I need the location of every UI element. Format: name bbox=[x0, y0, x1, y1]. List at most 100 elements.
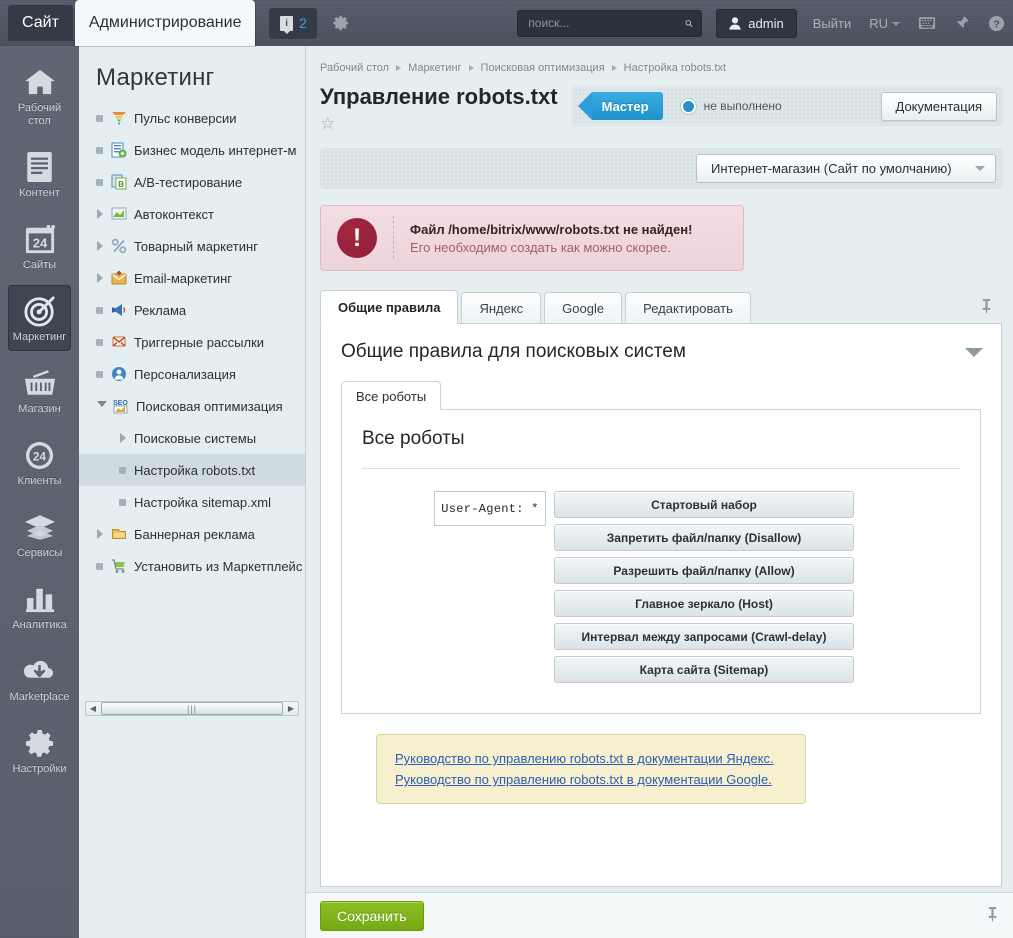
menu-item-4[interactable]: Товарный маркетинг bbox=[79, 230, 305, 262]
user-menu[interactable]: admin bbox=[716, 8, 797, 38]
rule-button-3[interactable]: Главное зеркало (Host) bbox=[554, 590, 854, 617]
user-agent-field[interactable]: User-Agent: * bbox=[434, 491, 546, 526]
rule-button-5[interactable]: Карта сайта (Sitemap) bbox=[554, 656, 854, 683]
rule-button-label: Карта сайта (Sitemap) bbox=[639, 662, 769, 677]
rail-label: Сайты bbox=[22, 259, 57, 271]
tab-administration[interactable]: Администрирование bbox=[74, 0, 256, 46]
inner-tab-all-robots[interactable]: Все роботы bbox=[341, 381, 442, 410]
bullet-icon bbox=[119, 466, 126, 474]
rule-buttons-stack: Стартовый набор Запретить файл/папку (Dis… bbox=[554, 491, 854, 689]
chevron-down-icon bbox=[97, 400, 107, 412]
pin-icon[interactable] bbox=[980, 298, 993, 317]
bullet-icon bbox=[96, 306, 103, 314]
menu-item-11[interactable]: Настройка robots.txt bbox=[79, 454, 305, 486]
scroll-right-arrow[interactable]: ▶ bbox=[284, 704, 298, 713]
section-menu-items: Пульс конверсии Бизнес модель интернет-м B… bbox=[79, 102, 305, 582]
notifications-counter[interactable]: i 2 bbox=[269, 7, 318, 39]
breadcrumb-item-0[interactable]: Рабочий стол bbox=[320, 62, 389, 74]
content-tab-label: Яндекс bbox=[479, 300, 524, 316]
menu-item-5[interactable]: Email-маркетинг bbox=[79, 262, 305, 294]
content-tab-2[interactable]: Google bbox=[544, 292, 623, 323]
rule-button-4[interactable]: Интервал между запросами (Crawl-delay) bbox=[554, 623, 854, 650]
rail-item-content[interactable]: Контент bbox=[8, 141, 71, 207]
menu-item-3[interactable]: Автоконтекст bbox=[79, 198, 305, 230]
logout-link[interactable]: Выйти bbox=[813, 16, 852, 31]
page-title: Управление robots.txt bbox=[320, 84, 558, 109]
wizard-bar: Мастер не выполнено Документация bbox=[571, 86, 1003, 126]
breadcrumb-item-1[interactable]: Маркетинг bbox=[408, 62, 461, 74]
keyboard-icon[interactable] bbox=[918, 16, 936, 30]
help-icon[interactable]: ? bbox=[988, 15, 1005, 32]
menu-item-13[interactable]: Баннерная реклама bbox=[79, 518, 305, 550]
ab-test-icon: B bbox=[111, 174, 127, 190]
menu-item-2[interactable]: B A/B-тестирование bbox=[79, 166, 305, 198]
bullet-icon bbox=[96, 178, 103, 186]
form-footer: Сохранить bbox=[306, 892, 1013, 938]
rail-label: Клиенты bbox=[17, 475, 62, 487]
content-tab-3[interactable]: Редактировать bbox=[625, 292, 751, 323]
menu-item-label: A/B-тестирование bbox=[134, 174, 243, 190]
gear-icon[interactable] bbox=[331, 13, 351, 33]
site-select[interactable]: Интернет-магазин (Сайт по умолчанию) bbox=[696, 154, 996, 183]
search-box[interactable] bbox=[517, 9, 703, 37]
content-tabs: Общие правила Яндекс Google Редактировать bbox=[320, 290, 1002, 324]
scroll-thumb[interactable]: ||| bbox=[101, 702, 283, 715]
language-switcher[interactable]: RU bbox=[869, 16, 900, 31]
rail-item-analytics[interactable]: Аналитика bbox=[8, 573, 71, 639]
wizard-button[interactable]: Мастер bbox=[577, 92, 663, 120]
user-agent-value: User-Agent: * bbox=[441, 501, 539, 516]
menu-item-8[interactable]: Персонализация bbox=[79, 358, 305, 390]
rules-panel: Общие правила для поисковых систем Все р… bbox=[320, 324, 1002, 887]
rail-item-desktop[interactable]: Рабочий стол bbox=[8, 56, 71, 135]
menu-item-label: Настройка robots.txt bbox=[134, 462, 256, 478]
bar-chart-icon bbox=[8, 581, 71, 617]
rule-button-label: Разрешить файл/папку (Allow) bbox=[613, 563, 795, 578]
chevron-down-icon bbox=[975, 166, 985, 171]
breadcrumb-item-2[interactable]: Поисковая оптимизация bbox=[481, 62, 605, 74]
chevron-down-icon[interactable] bbox=[965, 347, 983, 357]
rule-button-label: Главное зеркало (Host) bbox=[635, 596, 773, 611]
content-tab-1[interactable]: Яндекс bbox=[461, 292, 542, 323]
status-dot-icon bbox=[680, 98, 696, 114]
documentation-link-0[interactable]: Руководство по управлению robots.txt в д… bbox=[395, 748, 787, 769]
menu-item-6[interactable]: Реклама bbox=[79, 294, 305, 326]
rail-item-shop[interactable]: Магазин bbox=[8, 357, 71, 423]
rail-item-services[interactable]: Сервисы bbox=[8, 501, 71, 567]
pin-icon[interactable] bbox=[986, 906, 999, 925]
menu-item-7[interactable]: Триггерные рассылки bbox=[79, 326, 305, 358]
save-button[interactable]: Сохранить bbox=[320, 900, 424, 931]
person-icon bbox=[729, 16, 741, 30]
panel-heading: Общие правила для поисковых систем bbox=[341, 341, 686, 362]
rule-button-2[interactable]: Разрешить файл/папку (Allow) bbox=[554, 557, 854, 584]
rail-item-settings[interactable]: Настройки bbox=[8, 717, 71, 783]
rule-button-0[interactable]: Стартовый набор bbox=[554, 491, 854, 518]
pin-icon[interactable] bbox=[954, 15, 970, 31]
menu-item-label: Пульс конверсии bbox=[134, 110, 237, 126]
star-icon[interactable]: ☆ bbox=[320, 114, 558, 134]
menu-item-label: Поисковая оптимизация bbox=[136, 398, 283, 414]
menu-item-10[interactable]: Поисковые системы bbox=[79, 422, 305, 454]
documentation-button[interactable]: Документация bbox=[880, 91, 997, 121]
menu-item-12[interactable]: Настройка sitemap.xml bbox=[79, 486, 305, 518]
menu-item-14[interactable]: Установить из Маркетплейс bbox=[79, 550, 305, 582]
inner-section: Все роботы Все роботы User-Agent: * Стар… bbox=[321, 363, 1001, 804]
menu-horizontal-scrollbar[interactable]: ◀ ||| ▶ bbox=[85, 701, 299, 716]
scroll-left-arrow[interactable]: ◀ bbox=[86, 704, 100, 713]
rail-item-marketing[interactable]: Маркетинг bbox=[8, 285, 71, 351]
menu-item-0[interactable]: Пульс конверсии bbox=[79, 102, 305, 134]
rail-item-clients[interactable]: 24 Клиенты bbox=[8, 429, 71, 495]
rule-button-1[interactable]: Запретить файл/папку (Disallow) bbox=[554, 524, 854, 551]
rail-item-sites[interactable]: 24 Сайты bbox=[8, 213, 71, 279]
menu-item-9[interactable]: SEO Поисковая оптимизация bbox=[79, 390, 305, 422]
rail-item-marketplace[interactable]: Marketplace bbox=[8, 645, 71, 711]
menu-item-1[interactable]: Бизнес модель интернет-м bbox=[79, 134, 305, 166]
content-tab-0[interactable]: Общие правила bbox=[320, 290, 459, 324]
site-selector-bar: Интернет-магазин (Сайт по умолчанию) bbox=[320, 148, 1003, 189]
breadcrumb-separator bbox=[611, 65, 617, 71]
bullet-icon bbox=[119, 498, 126, 506]
documentation-link-1[interactable]: Руководство по управлению robots.txt в д… bbox=[395, 769, 787, 790]
chevron-right-icon bbox=[97, 529, 103, 539]
menu-item-label: Товарный маркетинг bbox=[134, 238, 258, 254]
tab-site[interactable]: Сайт bbox=[8, 5, 73, 41]
search-input[interactable] bbox=[526, 15, 686, 31]
